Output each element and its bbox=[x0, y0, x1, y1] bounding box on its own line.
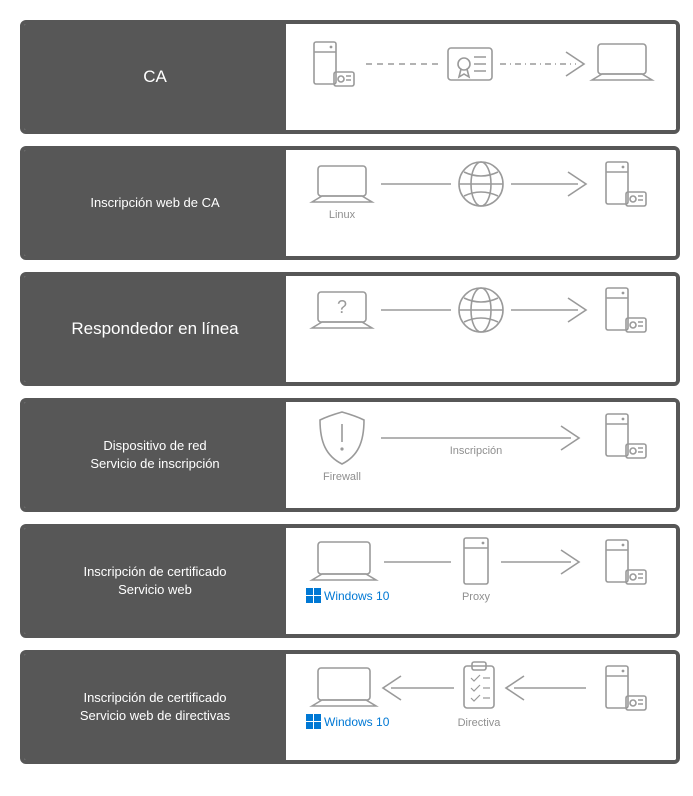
row-network-device-enrollment: Dispositivo de red Servicio de inscripci… bbox=[20, 398, 680, 512]
server-icon bbox=[606, 666, 646, 710]
laptop-icon bbox=[592, 44, 652, 80]
sub-label: Linux bbox=[329, 209, 356, 221]
row-label: Respondedor en línea bbox=[24, 276, 286, 382]
arrow-left-icon bbox=[506, 676, 586, 700]
arrow-left-icon bbox=[383, 676, 454, 700]
globe-icon bbox=[459, 162, 503, 206]
server-icon bbox=[606, 414, 646, 458]
row-title-1: Inscripción de certificado bbox=[83, 689, 226, 707]
row-title: Inscripción web de CA bbox=[90, 194, 219, 212]
globe-icon bbox=[459, 288, 503, 332]
sub-label-2: Proxy bbox=[462, 591, 491, 603]
sub-label-2: Directiva bbox=[458, 717, 502, 729]
row-title-2: Servicio web de directivas bbox=[80, 707, 230, 725]
laptop-icon bbox=[312, 668, 376, 706]
row-ca-web-enrollment: Inscripción web de CA Linux bbox=[20, 146, 680, 260]
row-content: Windows 10 Directiva bbox=[286, 654, 676, 760]
arrow-right-icon bbox=[511, 172, 586, 196]
proxy-server-icon bbox=[464, 538, 488, 584]
clipboard-icon bbox=[464, 662, 494, 708]
row-title-2: Servicio web bbox=[118, 581, 192, 599]
row-label: Inscripción de certificado Servicio web bbox=[24, 528, 286, 634]
row-label: Inscripción de certificado Servicio web … bbox=[24, 654, 286, 760]
row-ca: CA bbox=[20, 20, 680, 134]
laptop-icon bbox=[312, 542, 376, 580]
row-label: CA bbox=[24, 24, 286, 130]
server-icon bbox=[606, 162, 646, 206]
windows-logo-icon bbox=[306, 714, 321, 729]
laptop-icon bbox=[312, 166, 372, 202]
arrow-right-icon bbox=[501, 550, 579, 574]
arrow-label: Inscripción bbox=[450, 445, 503, 457]
sub-label: Firewall bbox=[323, 471, 361, 483]
shield-icon bbox=[320, 412, 364, 464]
row-title-2: Servicio de inscripción bbox=[90, 455, 219, 473]
server-icon bbox=[606, 288, 646, 332]
row-content: ? bbox=[286, 276, 676, 382]
row-content bbox=[286, 24, 676, 130]
row-title-1: Inscripción de certificado bbox=[83, 563, 226, 581]
arrow-right-icon bbox=[500, 52, 584, 76]
row-content: Firewall Inscripción bbox=[286, 402, 676, 508]
certificate-icon bbox=[448, 48, 492, 80]
row-cert-enrollment-policy-web-service: Inscripción de certificado Servicio web … bbox=[20, 650, 680, 764]
sub-label: Windows 10 bbox=[324, 715, 390, 729]
server-icon bbox=[314, 42, 354, 86]
row-cert-enrollment-web-service: Inscripción de certificado Servicio web … bbox=[20, 524, 680, 638]
row-label: Dispositivo de red Servicio de inscripci… bbox=[24, 402, 286, 508]
row-label: Inscripción web de CA bbox=[24, 150, 286, 256]
arrow-right-icon bbox=[511, 298, 586, 322]
svg-text:?: ? bbox=[337, 297, 347, 317]
sub-label: Windows 10 bbox=[324, 589, 390, 603]
windows-logo-icon bbox=[306, 588, 321, 603]
row-title: CA bbox=[143, 66, 167, 89]
server-icon bbox=[606, 540, 646, 584]
laptop-question-icon: ? bbox=[312, 292, 372, 328]
row-content: Windows 10 Proxy bbox=[286, 528, 676, 634]
row-title: Respondedor en línea bbox=[71, 318, 238, 341]
row-title-1: Dispositivo de red bbox=[103, 437, 206, 455]
row-online-responder: Respondedor en línea ? bbox=[20, 272, 680, 386]
row-content: Linux bbox=[286, 150, 676, 256]
